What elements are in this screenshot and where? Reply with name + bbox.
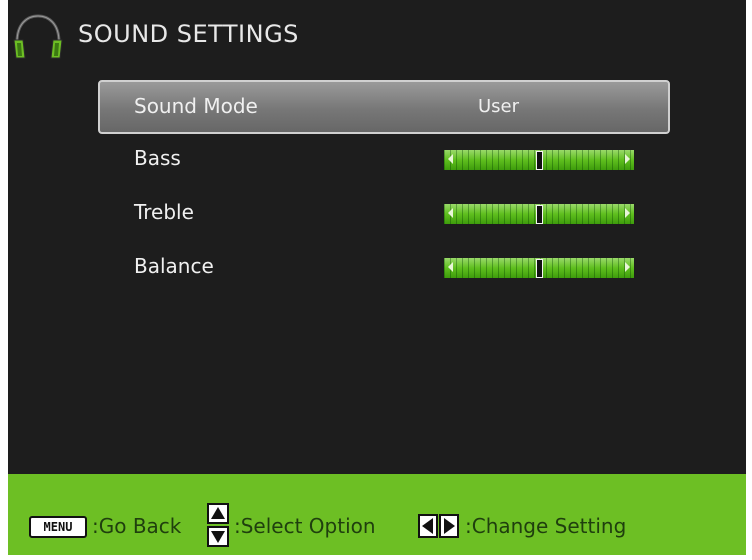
- menu-item-label: Sound Mode: [134, 94, 258, 118]
- header: SOUND SETTINGS: [8, 0, 746, 70]
- arrow-left-icon: [448, 262, 453, 272]
- arrow-right-icon: [625, 154, 630, 164]
- arrow-right-icon: [625, 262, 630, 272]
- bass-slider[interactable]: [444, 150, 634, 170]
- treble-slider[interactable]: [444, 204, 634, 224]
- help-bar: MENU :Go Back :Select Option :Change Set…: [8, 474, 746, 555]
- arrow-left-icon: [448, 154, 453, 164]
- menu-key-icon: MENU: [29, 516, 87, 538]
- arrow-right-icon: [625, 208, 630, 218]
- menu-item-bass[interactable]: Bass: [98, 134, 670, 188]
- slider-thumb[interactable]: [536, 151, 543, 170]
- menu-item-label: Bass: [134, 146, 181, 170]
- arrow-left-icon: [448, 208, 453, 218]
- change-setting-hint: :Change Setting: [465, 514, 627, 538]
- sound-settings-screen: SOUND SETTINGS Sound Mode User Bass Treb…: [8, 0, 746, 555]
- select-option-hint: :Select Option: [234, 514, 376, 538]
- menu-item-treble[interactable]: Treble: [98, 188, 670, 242]
- up-down-arrows-icon: [207, 503, 229, 547]
- menu-item-sound-mode[interactable]: Sound Mode User: [98, 80, 670, 134]
- menu-item-label: Balance: [134, 254, 214, 278]
- sound-mode-value: User: [478, 96, 520, 117]
- balance-slider[interactable]: [444, 258, 634, 278]
- slider-thumb[interactable]: [536, 205, 543, 224]
- headphones-icon: [13, 14, 63, 59]
- menu-item-balance[interactable]: Balance: [98, 242, 670, 296]
- menu-item-label: Treble: [134, 200, 194, 224]
- left-right-arrows-icon: [418, 514, 459, 538]
- go-back-hint: :Go Back: [92, 514, 182, 538]
- sound-settings-menu: Sound Mode User Bass Treble Balance: [98, 80, 670, 296]
- page-title: SOUND SETTINGS: [78, 20, 299, 48]
- slider-thumb[interactable]: [536, 259, 543, 278]
